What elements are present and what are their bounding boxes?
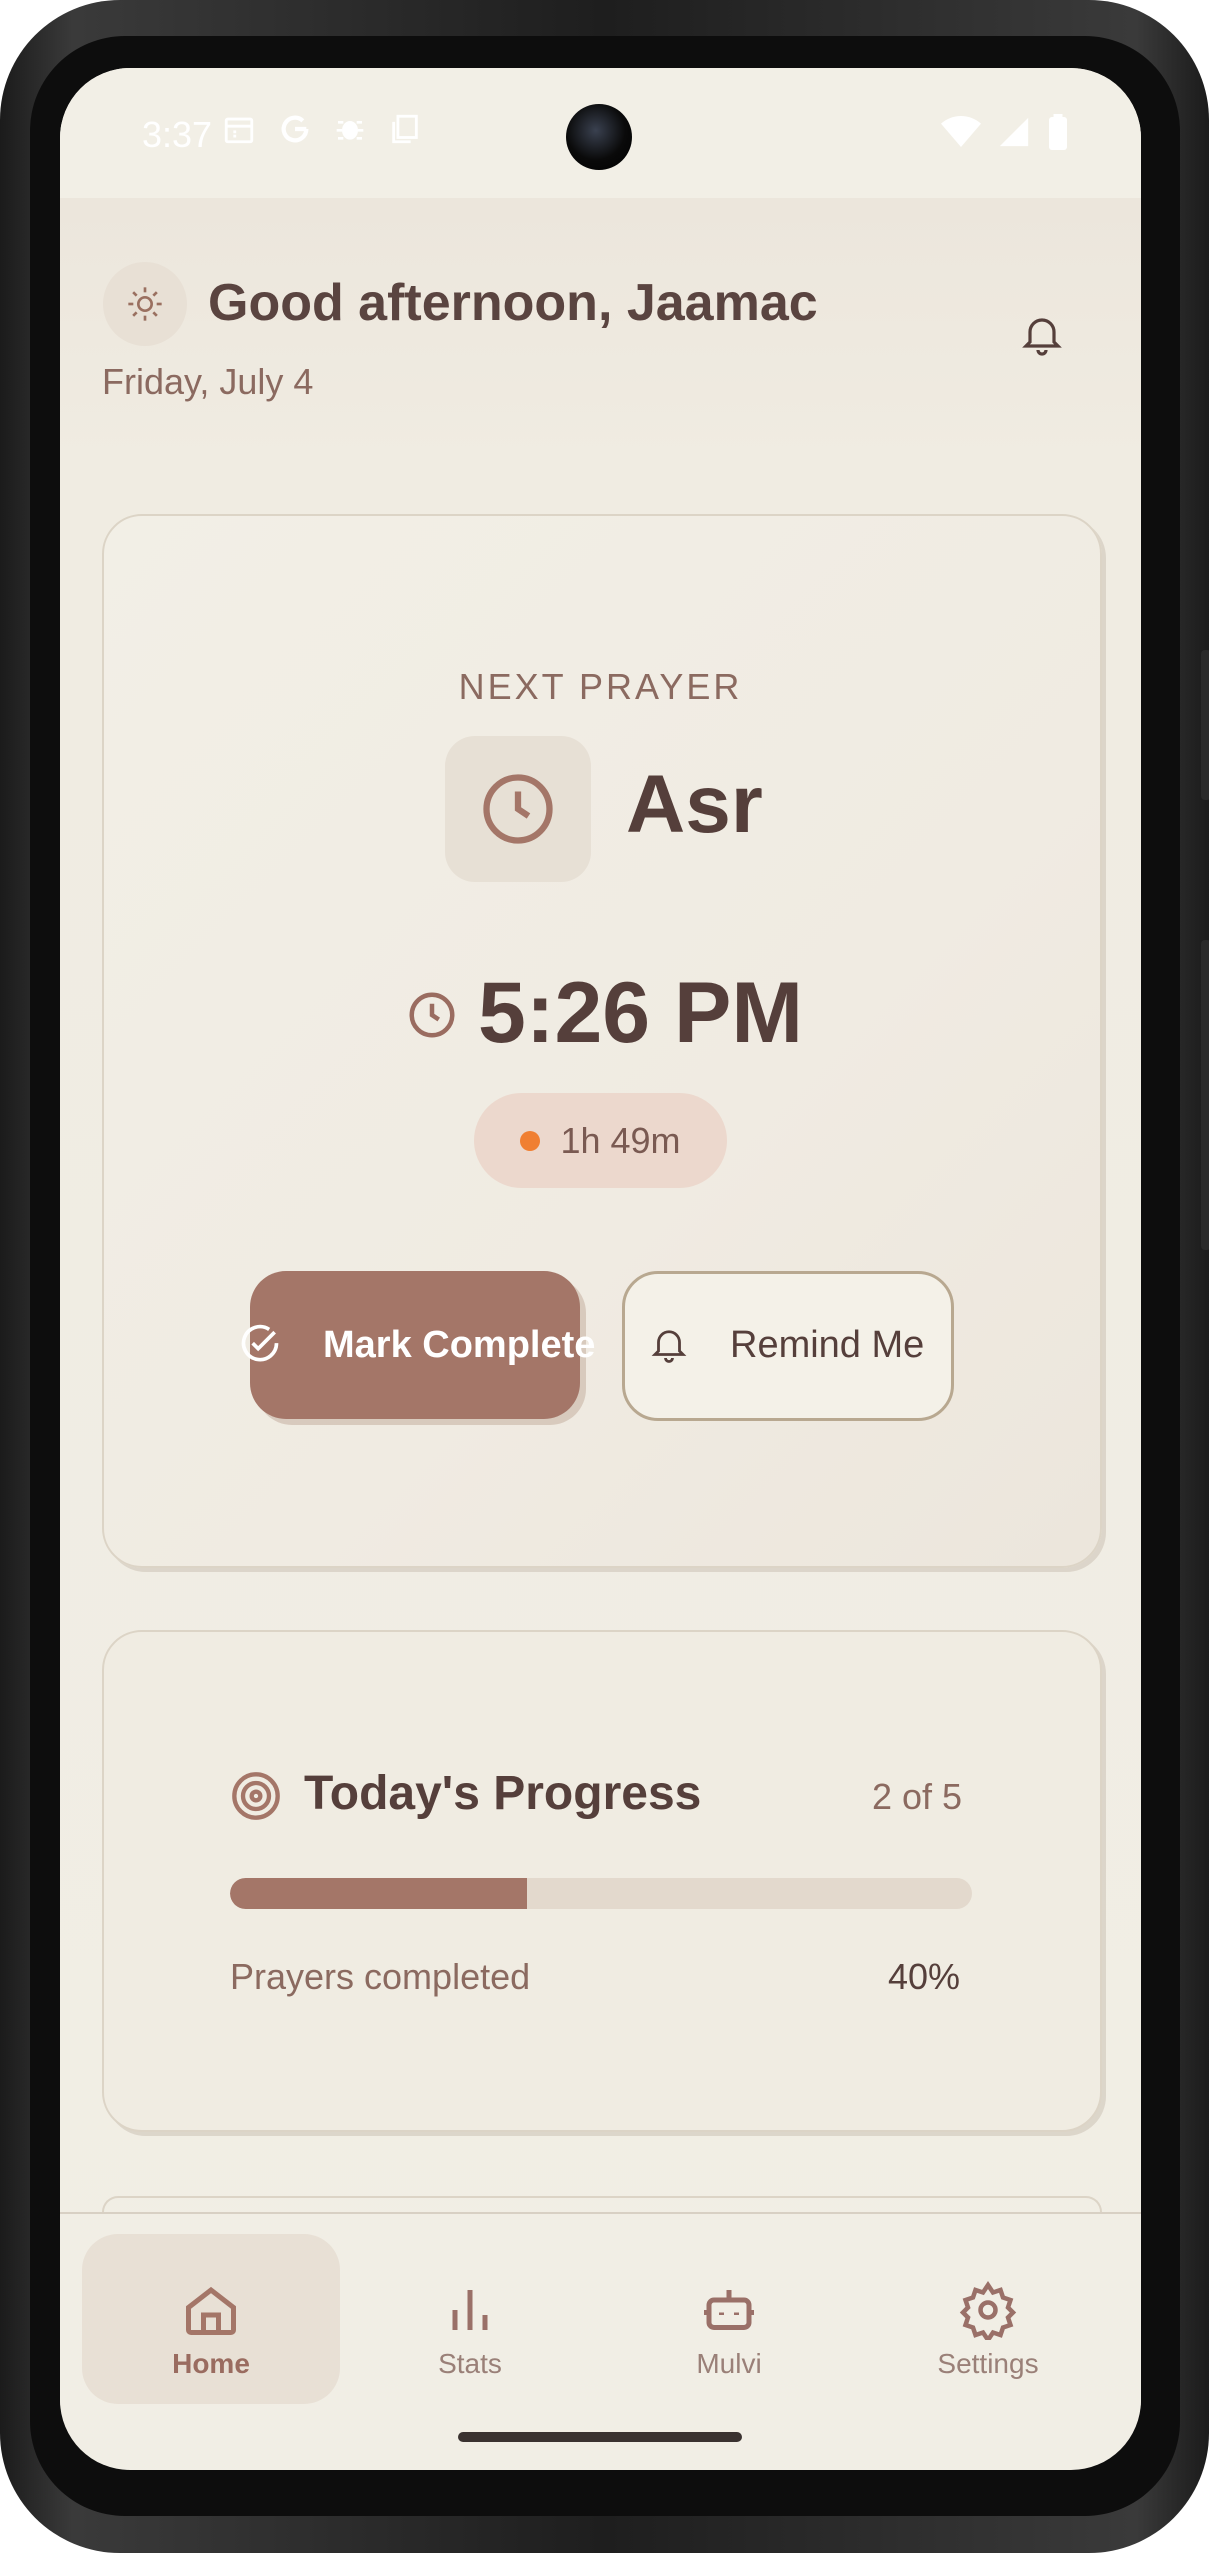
- status-dot: [520, 1130, 541, 1151]
- copy-icon: [392, 114, 418, 144]
- power-button: [1201, 650, 1209, 800]
- nav-label-stats: Stats: [438, 2348, 502, 2379]
- prayer-time: 5:26 PM: [478, 965, 804, 1061]
- nav-label-mulvi: Mulvi: [696, 2348, 762, 2379]
- next-prayer-label: NEXT PRAYER: [458, 666, 743, 707]
- front-camera: [566, 104, 632, 170]
- gear-icon: [959, 2280, 1017, 2340]
- notifications-bell-icon[interactable]: [1018, 310, 1066, 358]
- next-card-peek: [102, 2196, 1102, 2212]
- calendar-icon: [224, 117, 254, 144]
- mark-complete-label: Mark Complete: [323, 1324, 596, 1366]
- progress-bar: [230, 1878, 972, 1909]
- phone-frame: 3:37 Good afternoon, Jaamac Friday, July…: [0, 0, 1209, 2553]
- time-clock-icon: [409, 992, 455, 1038]
- sun-icon: [128, 287, 162, 321]
- current-date: Friday, July 4: [102, 361, 314, 402]
- progress-count: 2 of 5: [872, 1776, 963, 1817]
- battery-icon: [1049, 114, 1067, 150]
- status-time: 3:37: [142, 114, 213, 155]
- prayer-name: Asr: [626, 759, 763, 850]
- nav-label-home: Home: [172, 2348, 250, 2379]
- progress-caption: Prayers completed: [230, 1956, 531, 1997]
- bell-icon: [651, 1330, 687, 1363]
- progress-percent: 40%: [888, 1956, 961, 1997]
- bar-chart-icon: [452, 2290, 488, 2330]
- status-bar: 3:37: [60, 68, 1141, 198]
- volume-button: [1201, 940, 1209, 1250]
- prayer-icon-box: [445, 736, 591, 882]
- status-icons-right: [941, 114, 1069, 150]
- countdown-text: 1h 49m: [560, 1119, 681, 1161]
- home-indicator[interactable]: [458, 2432, 742, 2442]
- nav-item-mulvi[interactable]: Mulvi: [600, 2234, 858, 2404]
- countdown-badge: 1h 49m: [474, 1093, 727, 1188]
- google-icon: [281, 115, 309, 143]
- status-icons-left: [222, 112, 422, 146]
- wifi-icon: [941, 116, 981, 147]
- nav-label-settings: Settings: [937, 2348, 1039, 2379]
- weather-badge: [103, 262, 187, 346]
- progress-title: Today's Progress: [304, 1767, 702, 1820]
- check-circle-icon: [241, 1324, 279, 1362]
- greeting-title: Good afternoon, Jaamac: [208, 274, 818, 332]
- nav-item-home[interactable]: Home: [82, 2234, 340, 2404]
- robot-icon: [704, 2290, 754, 2330]
- target-icon: [232, 1772, 280, 1820]
- nav-item-stats[interactable]: Stats: [341, 2234, 599, 2404]
- bug-icon: [336, 121, 364, 140]
- remind-me-label: Remind Me: [730, 1324, 925, 1366]
- clock-icon: [483, 774, 553, 844]
- signal-icon: [999, 117, 1029, 147]
- progress-bar-fill: [230, 1878, 527, 1909]
- home-icon: [186, 2286, 236, 2335]
- nav-item-settings[interactable]: Settings: [859, 2234, 1117, 2404]
